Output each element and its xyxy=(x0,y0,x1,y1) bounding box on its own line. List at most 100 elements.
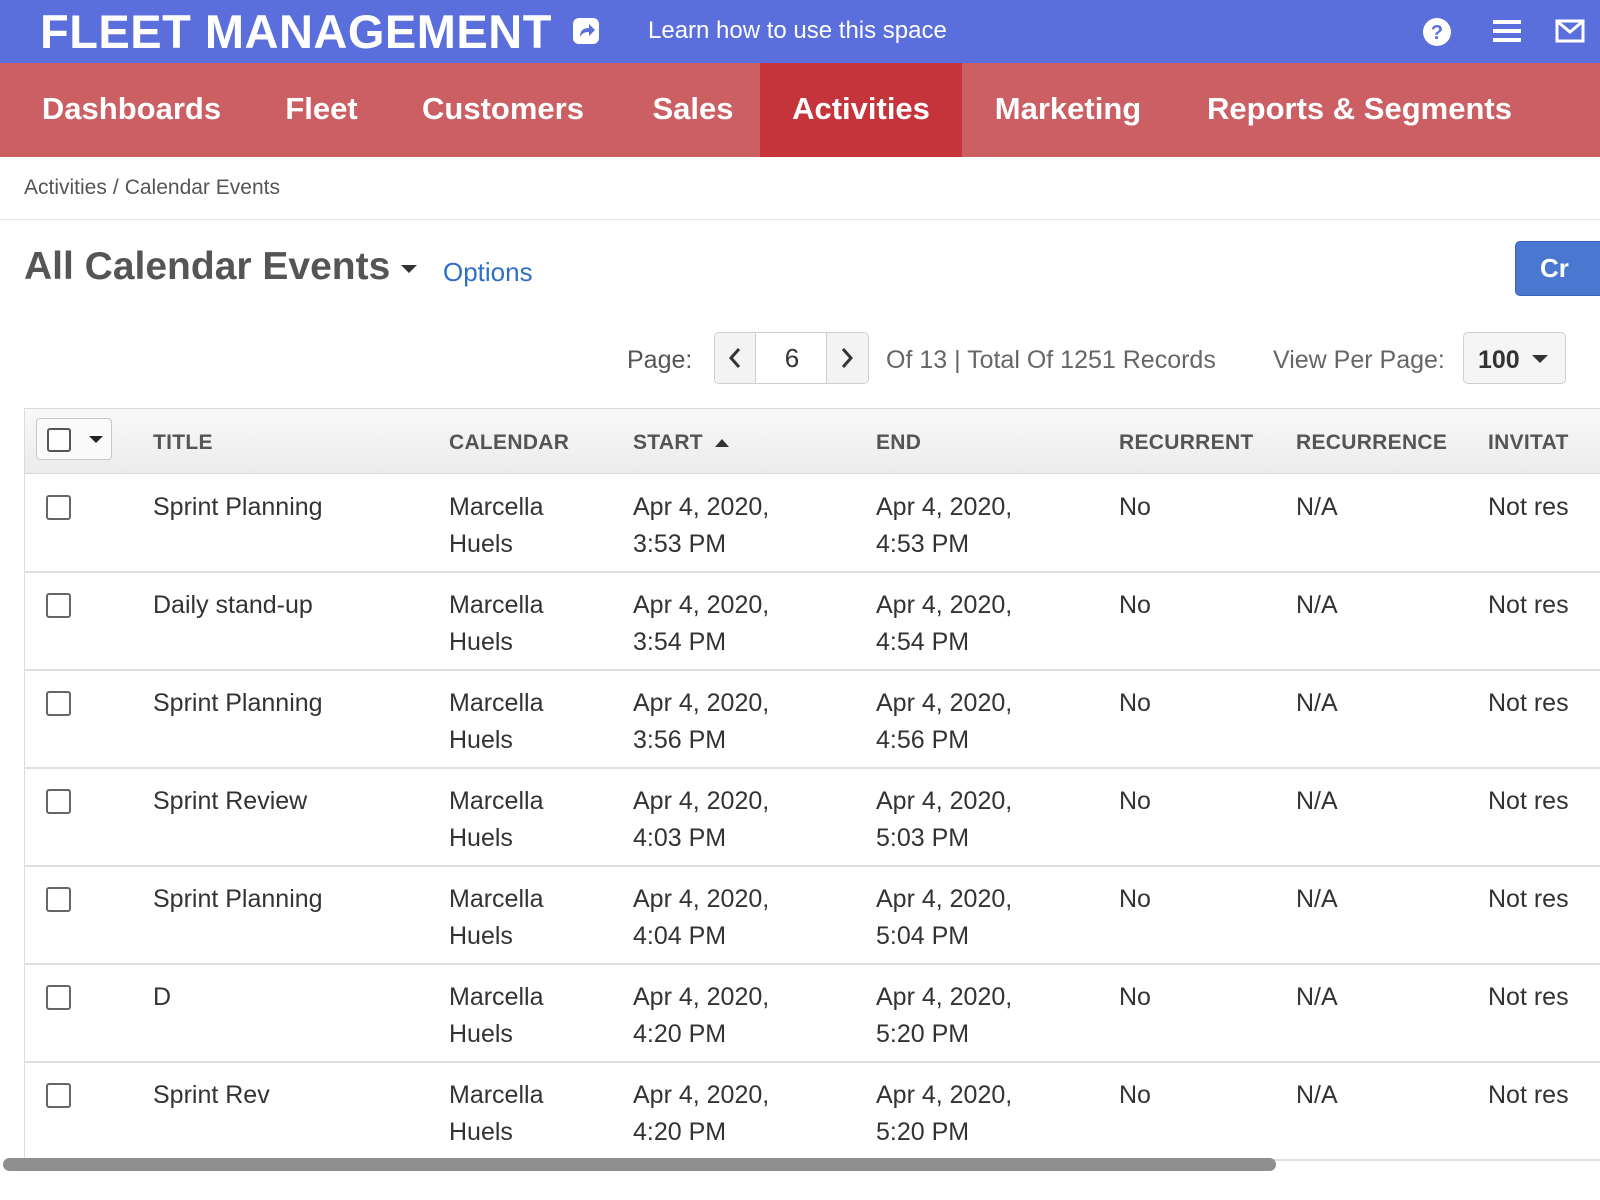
row-checkbox[interactable] xyxy=(46,985,71,1010)
pager xyxy=(714,332,869,384)
column-header-end[interactable]: END xyxy=(876,431,921,455)
end-date: Apr 4, 2020, xyxy=(876,885,1013,913)
previous-page-button[interactable] xyxy=(715,333,756,383)
event-title[interactable]: Sprint Planning xyxy=(153,685,323,722)
event-end: Apr 4, 2020, 5:03 PM xyxy=(876,783,1012,857)
event-title[interactable]: Sprint Planning xyxy=(153,881,323,918)
nav-item-fleet[interactable]: Fleet xyxy=(263,63,380,157)
column-header-start[interactable]: START xyxy=(633,431,703,455)
table-row[interactable]: Daily stand-up Marcella Huels Apr 4, 2020… xyxy=(25,573,1600,671)
horizontal-scrollbar[interactable] xyxy=(3,1158,1276,1171)
help-icon[interactable]: ? xyxy=(1422,17,1452,47)
table-row[interactable]: Sprint Review Marcella Huels Apr 4, 2020,… xyxy=(25,769,1600,867)
event-invitation: Not res xyxy=(1488,591,1569,619)
event-recurrence: N/A xyxy=(1296,689,1338,717)
start-time: 3:56 PM xyxy=(633,726,727,754)
row-checkbox[interactable] xyxy=(46,1083,71,1108)
chevron-down-icon xyxy=(89,436,103,443)
mail-icon[interactable] xyxy=(1555,18,1585,44)
nav-item-customers[interactable]: Customers xyxy=(380,63,626,157)
next-page-button[interactable] xyxy=(826,333,868,383)
calendar-first-name: Marcella xyxy=(449,983,544,1011)
main-nav: Dashboards Fleet Customers Sales Activit… xyxy=(0,63,1600,157)
start-date: Apr 4, 2020, xyxy=(633,493,770,521)
row-checkbox[interactable] xyxy=(46,691,71,716)
row-checkbox[interactable] xyxy=(46,789,71,814)
end-time: 4:53 PM xyxy=(876,530,970,558)
create-button[interactable]: Cr xyxy=(1515,241,1600,296)
row-checkbox[interactable] xyxy=(46,495,71,520)
svg-text:?: ? xyxy=(1431,22,1443,44)
end-time: 4:54 PM xyxy=(876,628,970,656)
column-header-calendar[interactable]: CALENDAR xyxy=(449,431,569,455)
event-recurrence: N/A xyxy=(1296,493,1338,521)
table-row[interactable]: Sprint Planning Marcella Huels Apr 4, 202… xyxy=(25,475,1600,573)
end-date: Apr 4, 2020, xyxy=(876,689,1013,717)
start-time: 4:04 PM xyxy=(633,922,727,950)
event-invitation: Not res xyxy=(1488,983,1569,1011)
breadcrumb-current: Calendar Events xyxy=(124,176,280,199)
menu-icon[interactable] xyxy=(1493,18,1521,44)
calendar-first-name: Marcella xyxy=(449,885,544,913)
share-icon[interactable] xyxy=(572,17,600,45)
column-header-title[interactable]: TITLE xyxy=(153,431,213,455)
start-date: Apr 4, 2020, xyxy=(633,983,770,1011)
view-dropdown-caret-icon[interactable] xyxy=(401,265,417,273)
start-date: Apr 4, 2020, xyxy=(633,1081,770,1109)
chevron-left-icon xyxy=(728,348,741,368)
end-time: 4:56 PM xyxy=(876,726,970,754)
column-header-invitation[interactable]: INVITAT xyxy=(1488,431,1569,455)
event-title[interactable]: Daily stand-up xyxy=(153,587,313,624)
end-time: 5:20 PM xyxy=(876,1118,970,1146)
event-title[interactable]: Sprint Rev xyxy=(153,1077,270,1114)
event-title[interactable]: D xyxy=(153,979,171,1016)
nav-item-reports-segments[interactable]: Reports & Segments xyxy=(1174,63,1545,157)
per-page-select[interactable]: 100 xyxy=(1463,332,1566,384)
event-start: Apr 4, 2020, 3:56 PM xyxy=(633,685,769,759)
breadcrumb-activities[interactable]: Activities xyxy=(24,176,107,199)
calendar-last-name: Huels xyxy=(449,628,513,656)
chevron-right-icon xyxy=(841,348,854,368)
page-number-input[interactable] xyxy=(757,333,827,383)
event-start: Apr 4, 2020, 4:20 PM xyxy=(633,1077,769,1151)
calendar-last-name: Huels xyxy=(449,1118,513,1146)
page-title: All Calendar Events xyxy=(24,245,391,288)
learn-link[interactable]: Learn how to use this space xyxy=(648,17,947,45)
table-row[interactable]: D Marcella Huels Apr 4, 2020, 4:20 PM Apr … xyxy=(25,965,1600,1063)
nav-item-dashboards[interactable]: Dashboards xyxy=(0,63,263,157)
event-title[interactable]: Sprint Planning xyxy=(153,489,323,526)
table-row[interactable]: Sprint Planning Marcella Huels Apr 4, 202… xyxy=(25,671,1600,769)
sort-ascending-icon[interactable] xyxy=(715,439,729,447)
row-checkbox[interactable] xyxy=(46,593,71,618)
calendar-last-name: Huels xyxy=(449,726,513,754)
end-time: 5:20 PM xyxy=(876,1020,970,1048)
start-time: 4:03 PM xyxy=(633,824,727,852)
event-title[interactable]: Sprint Review xyxy=(153,783,307,820)
nav-item-sales[interactable]: Sales xyxy=(626,63,760,157)
calendar-first-name: Marcella xyxy=(449,787,544,815)
column-header-recurrent[interactable]: RECURRENT xyxy=(1119,431,1254,455)
calendar-first-name: Marcella xyxy=(449,1081,544,1109)
calendar-last-name: Huels xyxy=(449,824,513,852)
event-recurrence: N/A xyxy=(1296,591,1338,619)
start-time: 4:20 PM xyxy=(633,1020,727,1048)
event-recurrence: N/A xyxy=(1296,1081,1338,1109)
table-row[interactable]: Sprint Planning Marcella Huels Apr 4, 202… xyxy=(25,867,1600,965)
table-row[interactable]: Sprint Rev Marcella Huels Apr 4, 2020, 4:2… xyxy=(25,1063,1600,1161)
calendar-last-name: Huels xyxy=(449,530,513,558)
event-end: Apr 4, 2020, 5:04 PM xyxy=(876,881,1012,955)
nav-item-activities[interactable]: Activities xyxy=(760,63,962,157)
end-date: Apr 4, 2020, xyxy=(876,983,1013,1011)
event-end: Apr 4, 2020, 4:53 PM xyxy=(876,489,1012,563)
event-invitation: Not res xyxy=(1488,885,1569,913)
select-all-checkbox[interactable] xyxy=(47,428,71,452)
event-start: Apr 4, 2020, 4:04 PM xyxy=(633,881,769,955)
end-time: 5:04 PM xyxy=(876,922,970,950)
row-checkbox[interactable] xyxy=(46,887,71,912)
options-link[interactable]: Options xyxy=(443,257,533,288)
nav-item-marketing[interactable]: Marketing xyxy=(962,63,1174,157)
column-header-recurrence[interactable]: RECURRENCE xyxy=(1296,431,1447,455)
event-recurrent: No xyxy=(1119,493,1151,521)
event-invitation: Not res xyxy=(1488,787,1569,815)
bulk-select-dropdown[interactable] xyxy=(36,418,112,460)
